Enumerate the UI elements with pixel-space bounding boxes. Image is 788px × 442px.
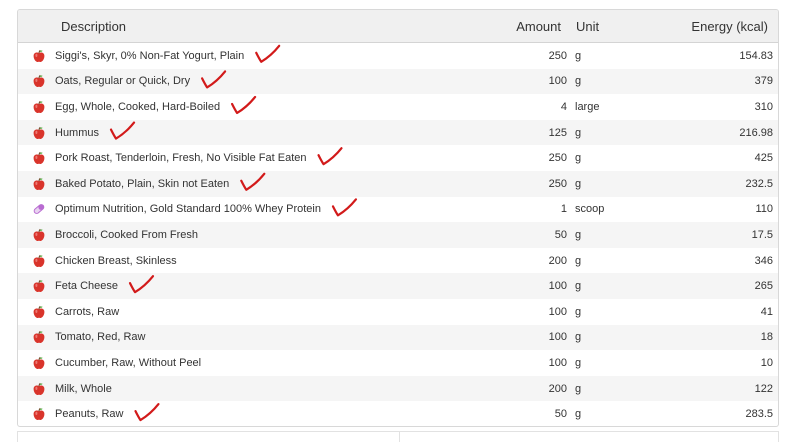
food-energy: 310 [754, 100, 773, 113]
food-amount: 1 [560, 203, 567, 216]
food-amount: 4 [560, 100, 567, 113]
food-unit: g [575, 305, 582, 318]
apple-icon [32, 74, 46, 88]
food-description: Peanuts, Raw [55, 408, 124, 421]
table-row[interactable]: Tomato, Red, Raw 100 g 18 [18, 324, 778, 351]
food-unit: g [575, 75, 582, 88]
table-row[interactable]: Milk, Whole 200 g 122 [18, 375, 778, 402]
food-unit: g [575, 49, 582, 62]
table-row[interactable]: Pork Roast, Tenderloin, Fresh, No Visibl… [18, 145, 778, 171]
column-header-description[interactable]: Description [61, 19, 126, 34]
column-header-unit[interactable]: Unit [576, 19, 599, 34]
apple-icon [32, 49, 46, 63]
food-diary-table: Description Amount Unit Energy (kcal) Si… [17, 9, 779, 427]
food-amount: 100 [548, 305, 567, 318]
food-amount: 200 [548, 254, 567, 267]
food-amount: 250 [548, 49, 567, 62]
table-row[interactable]: Egg, Whole, Cooked, Hard-Boiled 4 large 310 [18, 94, 778, 120]
food-unit: g [575, 254, 582, 267]
table-row[interactable]: Carrots, Raw 100 g 41 [18, 299, 778, 325]
food-description: Siggi's, Skyr, 0% Non-Fat Yogurt, Plain [55, 49, 245, 62]
food-energy: 41 [760, 305, 773, 318]
food-unit: g [575, 331, 582, 344]
apple-icon [32, 126, 46, 140]
table-row[interactable]: Chicken Breast, Skinless 200 g 346 [18, 248, 778, 274]
food-energy: 346 [754, 254, 773, 267]
food-description: Pork Roast, Tenderloin, Fresh, No Visibl… [55, 152, 307, 165]
table-row[interactable]: Siggi's, Skyr, 0% Non-Fat Yogurt, Plain 2… [18, 43, 778, 69]
food-amount: 50 [554, 228, 567, 241]
food-amount: 250 [548, 177, 567, 190]
table-row[interactable]: Cucumber, Raw, Without Peel 100 g 10 [18, 350, 778, 376]
food-description: Oats, Regular or Quick, Dry [55, 75, 191, 88]
food-energy: 265 [754, 280, 773, 293]
food-energy: 10 [760, 356, 773, 369]
food-energy: 17.5 [751, 228, 773, 241]
food-unit: large [575, 100, 600, 113]
food-energy: 379 [754, 75, 773, 88]
food-amount: 250 [548, 152, 567, 165]
table-row[interactable]: Broccoli, Cooked From Fresh 50 g 17.5 [18, 222, 778, 248]
apple-icon [32, 305, 46, 319]
food-description: Feta Cheese [55, 280, 118, 293]
food-energy: 122 [754, 382, 773, 395]
food-unit: g [575, 152, 582, 165]
food-unit: g [575, 126, 582, 139]
table-row[interactable]: Peanuts, Raw 50 g 283.5 [18, 401, 778, 426]
food-unit: g [575, 382, 582, 395]
food-description: Egg, Whole, Cooked, Hard-Boiled [55, 100, 221, 113]
next-panel-edge [17, 431, 779, 442]
apple-icon [32, 228, 46, 242]
food-amount: 100 [548, 331, 567, 344]
food-description: Tomato, Red, Raw [55, 331, 146, 344]
apple-icon [32, 100, 46, 114]
food-description: Baked Potato, Plain, Skin not Eaten [55, 177, 230, 190]
food-unit: g [575, 280, 582, 293]
table-row[interactable]: Feta Cheese 100 g 265 [18, 273, 778, 299]
table-row[interactable]: Oats, Regular or Quick, Dry 100 g 379 [18, 68, 778, 95]
table-row[interactable]: Hummus 125 g 216.98 [18, 119, 778, 146]
food-energy: 425 [754, 152, 773, 165]
food-energy: 232.5 [745, 177, 773, 190]
food-unit: g [575, 356, 582, 369]
apple-icon [32, 151, 46, 165]
food-amount: 100 [548, 75, 567, 88]
food-energy: 216.98 [739, 126, 773, 139]
table-body: Siggi's, Skyr, 0% Non-Fat Yogurt, Plain 2… [18, 43, 778, 426]
apple-icon [32, 279, 46, 293]
food-amount: 50 [554, 408, 567, 421]
column-header-energy[interactable]: Energy (kcal) [691, 19, 768, 34]
food-unit: g [575, 228, 582, 241]
food-description: Milk, Whole [55, 382, 112, 395]
food-amount: 100 [548, 280, 567, 293]
food-energy: 154.83 [739, 49, 773, 62]
food-description: Chicken Breast, Skinless [55, 254, 177, 267]
table-row[interactable]: Optimum Nutrition, Gold Standard 100% Wh… [18, 197, 778, 223]
apple-icon [32, 330, 46, 344]
apple-icon [32, 407, 46, 421]
food-description: Broccoli, Cooked From Fresh [55, 228, 199, 241]
apple-icon [32, 382, 46, 396]
food-unit: scoop [575, 203, 605, 216]
table-header: Description Amount Unit Energy (kcal) [18, 10, 778, 43]
food-energy: 110 [755, 203, 773, 216]
food-unit: g [575, 177, 582, 190]
food-energy: 18 [760, 331, 773, 344]
food-unit: g [575, 408, 582, 421]
table-row[interactable]: Baked Potato, Plain, Skin not Eaten 250 g 2… [18, 170, 778, 197]
food-amount: 200 [548, 382, 567, 395]
pill-icon [32, 202, 46, 216]
food-description: Hummus [55, 126, 100, 139]
food-amount: 100 [548, 356, 567, 369]
apple-icon [32, 356, 46, 370]
column-header-amount[interactable]: Amount [516, 19, 561, 34]
food-amount: 125 [548, 126, 567, 139]
apple-icon [32, 177, 46, 191]
apple-icon [32, 254, 46, 268]
food-description: Cucumber, Raw, Without Peel [55, 356, 202, 369]
food-description: Optimum Nutrition, Gold Standard 100% Wh… [55, 203, 321, 216]
food-description: Carrots, Raw [55, 305, 120, 318]
food-energy: 283.5 [745, 408, 773, 421]
